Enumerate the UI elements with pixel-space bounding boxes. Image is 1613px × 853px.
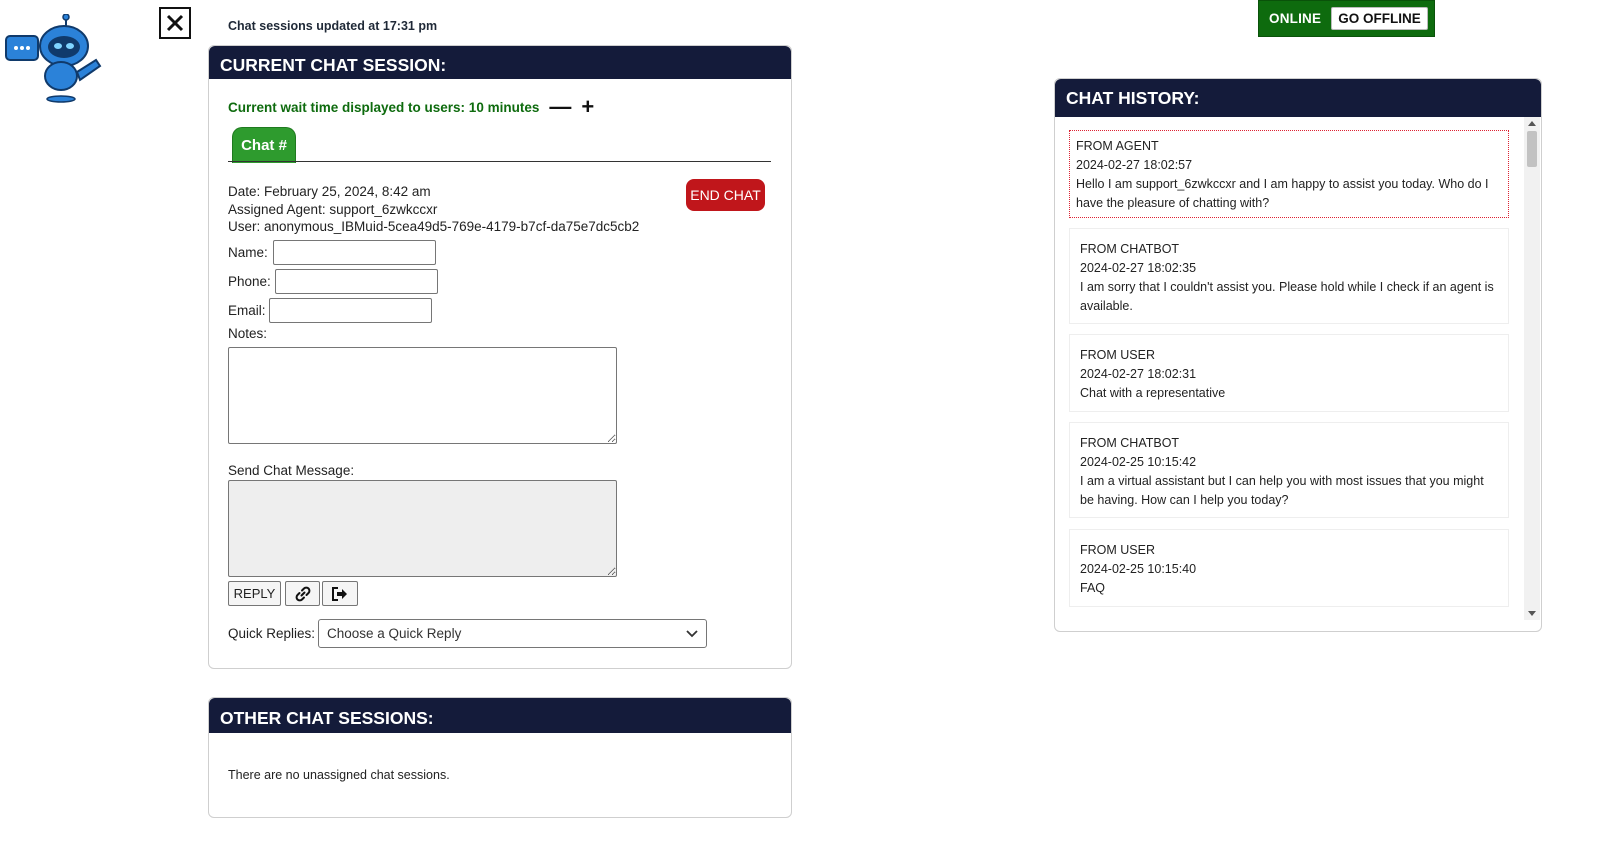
chat-history-scrollbar[interactable]: [1524, 117, 1540, 620]
robot-logo: [4, 13, 108, 106]
other-chat-sessions-title: OTHER CHAT SESSIONS:: [209, 698, 791, 733]
chat-history-title: CHAT HISTORY:: [1055, 79, 1541, 117]
message-timestamp: 2024-02-27 18:02:57: [1076, 158, 1193, 172]
close-button[interactable]: [159, 7, 191, 39]
scroll-up-arrow-icon[interactable]: [1528, 121, 1536, 126]
history-message: FROM USER 2024-02-25 10:15:40 FAQ: [1069, 529, 1509, 607]
quick-replies-label: Quick Replies:: [228, 626, 316, 641]
quick-replies-selected: Choose a Quick Reply: [327, 626, 462, 641]
message-text: FAQ: [1080, 581, 1106, 595]
message-sender: FROM AGENT: [1076, 139, 1159, 153]
sessions-updated-text: Chat sessions updated at 17:31 pm: [228, 19, 438, 33]
scroll-down-arrow-icon[interactable]: [1528, 611, 1536, 616]
session-user: User: anonymous_IBMuid-5cea49d5-769e-417…: [228, 219, 640, 234]
close-icon: [166, 14, 184, 32]
email-label: Email:: [228, 303, 266, 318]
email-field[interactable]: [269, 298, 432, 323]
message-text: I am sorry that I couldn't assist you. P…: [1080, 280, 1494, 294]
message-text: Hello I am support_6zwkccxr and I am hap…: [1076, 177, 1489, 191]
message-text: available.: [1080, 299, 1133, 313]
insert-link-button[interactable]: [285, 581, 320, 606]
message-timestamp: 2024-02-27 18:02:35: [1080, 261, 1197, 275]
scroll-thumb[interactable]: [1527, 131, 1537, 167]
message-sender: FROM USER: [1080, 543, 1155, 557]
go-offline-button[interactable]: GO OFFLINE: [1331, 7, 1428, 30]
history-message: FROM USER 2024-02-27 18:02:31 Chat with …: [1069, 334, 1509, 412]
name-field[interactable]: [273, 240, 436, 265]
transfer-button[interactable]: [322, 581, 358, 606]
phone-label: Phone:: [228, 274, 271, 289]
message-sender: FROM USER: [1080, 348, 1155, 362]
name-label: Name:: [228, 245, 268, 260]
message-text: Chat with a representative: [1080, 386, 1226, 400]
message-timestamp: 2024-02-25 10:15:42: [1080, 455, 1197, 469]
wait-time-row: Current wait time displayed to users: 10…: [228, 96, 594, 118]
phone-field[interactable]: [275, 269, 438, 294]
sign-out-icon: [332, 586, 347, 601]
notes-label: Notes:: [228, 326, 268, 341]
history-message: FROM CHATBOT 2024-02-27 18:02:35 I am so…: [1069, 228, 1509, 324]
other-chat-sessions-panel: OTHER CHAT SESSIONS:: [208, 697, 792, 818]
message-timestamp: 2024-02-25 10:15:40: [1080, 562, 1197, 576]
chat-history-list[interactable]: FROM AGENT 2024-02-27 18:02:57 Hello I a…: [1066, 124, 1512, 619]
session-date: Date: February 25, 2024, 8:42 am: [228, 184, 431, 199]
wait-time-text: Current wait time displayed to users: 10…: [228, 99, 540, 115]
message-sender: FROM CHATBOT: [1080, 436, 1180, 450]
notes-textarea[interactable]: [228, 347, 617, 444]
decrease-wait-button[interactable]: —: [549, 96, 571, 118]
message-text: I am a virtual assistant but I can help …: [1080, 474, 1484, 488]
increase-wait-button[interactable]: +: [581, 96, 594, 118]
history-message: FROM AGENT 2024-02-27 18:02:57 Hello I a…: [1069, 130, 1509, 218]
tab-chat[interactable]: Chat #: [232, 127, 296, 163]
message-text: have the pleasure of chatting with?: [1076, 196, 1270, 210]
assigned-agent: Assigned Agent: support_6zwkccxr: [228, 202, 438, 217]
no-sessions-text: There are no unassigned chat sessions.: [228, 768, 450, 782]
current-chat-session-title: CURRENT CHAT SESSION:: [209, 46, 791, 79]
message-timestamp: 2024-02-27 18:02:31: [1080, 367, 1197, 381]
agent-status-bar: ONLINE GO OFFLINE: [1258, 0, 1435, 37]
tab-divider: [228, 161, 771, 162]
reply-button[interactable]: REPLY: [228, 581, 281, 606]
link-icon: [295, 586, 310, 601]
send-message-textarea[interactable]: [228, 480, 617, 577]
chevron-down-icon: [686, 629, 698, 637]
end-chat-button[interactable]: END CHAT: [686, 179, 765, 211]
message-text: be having. How can I help you today?: [1080, 493, 1289, 507]
online-status-label: ONLINE: [1269, 11, 1322, 26]
message-sender: FROM CHATBOT: [1080, 242, 1180, 256]
history-message: FROM CHATBOT 2024-02-25 10:15:42 I am a …: [1069, 422, 1509, 518]
send-message-label: Send Chat Message:: [228, 463, 355, 478]
quick-replies-select[interactable]: Choose a Quick Reply: [318, 619, 707, 648]
